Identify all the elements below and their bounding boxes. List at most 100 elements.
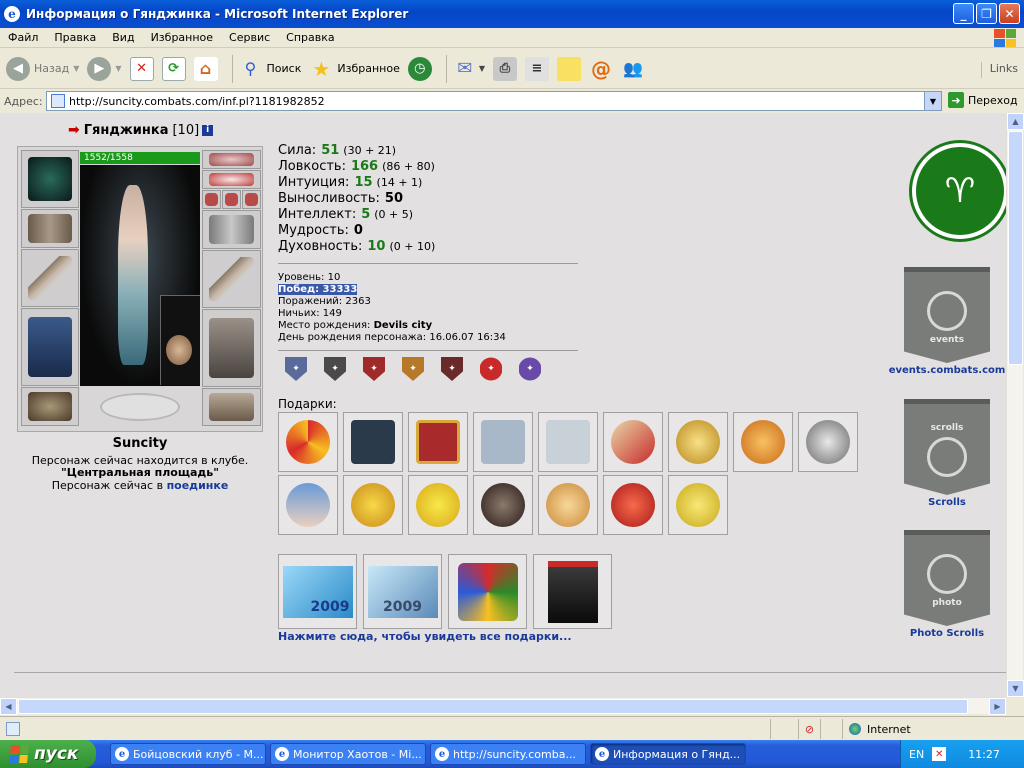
gift-horn-icon[interactable] <box>603 412 663 472</box>
gift-book-icon[interactable] <box>343 412 403 472</box>
back-button[interactable]: ◀ Назад ▼ <box>6 52 79 86</box>
go-button[interactable]: ➜ Переход <box>948 92 1018 108</box>
print-button[interactable]: ⎙ <box>493 52 517 86</box>
blocked-icon[interactable]: ⊘ <box>798 719 820 739</box>
address-dropdown-icon[interactable]: ▼ <box>924 92 941 110</box>
favorites-button[interactable]: ★ Избранное <box>309 52 399 86</box>
menu-edit[interactable]: Правка <box>46 31 104 44</box>
address-input[interactable]: http://suncity.combats.com/inf.pl?118198… <box>46 91 942 111</box>
gift-cow-icon[interactable] <box>798 412 858 472</box>
horizontal-scrollbar[interactable]: ◀ ▶ <box>0 697 1006 715</box>
gift-bell-icon[interactable] <box>408 475 468 535</box>
all-gifts-link[interactable]: Нажмите сюда, чтобы увидеть все подарки.… <box>278 630 572 643</box>
ring1-slot[interactable] <box>202 190 221 209</box>
taskbar-item-active[interactable]: e Информация о Гянд... <box>590 743 746 765</box>
badge-icon[interactable]: ✦ <box>363 357 385 381</box>
stat-value: 5 <box>361 207 371 222</box>
gift-coin-icon[interactable] <box>538 475 598 535</box>
gift-ornament-icon[interactable] <box>603 475 663 535</box>
events-banner[interactable]: events events.combats.com <box>888 267 1006 376</box>
pants-slot[interactable] <box>202 309 261 387</box>
helmet-slot[interactable] <box>21 150 79 208</box>
gift-presents-icon[interactable] <box>448 554 527 629</box>
gift-spider-icon[interactable] <box>473 475 533 535</box>
language-indicator[interactable]: EN <box>909 748 924 761</box>
info-icon[interactable]: i <box>202 124 214 136</box>
gloves-slot[interactable] <box>202 210 261 249</box>
scrolls-link[interactable]: Scrolls <box>888 497 1006 508</box>
gift-card-icon[interactable]: 2009 <box>278 554 357 629</box>
scroll-right-icon[interactable]: ▶ <box>989 698 1006 715</box>
tray-app-icon[interactable]: ✕ <box>932 747 947 761</box>
forward-button[interactable]: ▶ ▼ <box>87 52 122 86</box>
window-title: Информация о Гянджинка - Microsoft Inter… <box>26 7 409 21</box>
links-bar[interactable]: Links <box>980 62 1018 78</box>
necklace-slot[interactable] <box>202 170 261 189</box>
discuss-button[interactable] <box>557 52 581 86</box>
photo-scrolls-link[interactable]: Photo Scrolls <box>888 628 1006 639</box>
badge-icon[interactable]: ✦ <box>480 357 502 381</box>
home-button[interactable]: ⌂ <box>193 52 218 86</box>
maximize-button[interactable]: ❐ <box>976 3 997 24</box>
info-wins: Побед: 33333 <box>278 284 358 295</box>
weapon-left-slot[interactable] <box>21 249 79 307</box>
gift-red-book-icon[interactable] <box>408 412 468 472</box>
goat-logo-icon[interactable]: ♈ <box>912 143 1006 239</box>
earrings-slot[interactable] <box>202 150 261 169</box>
history-button[interactable]: ◷ <box>407 52 432 86</box>
badge-icon[interactable]: ✦ <box>285 357 307 381</box>
boots-slot[interactable] <box>202 388 261 426</box>
stat-label: Интеллект: <box>278 207 357 222</box>
refresh-button[interactable]: ⟳ <box>161 52 186 86</box>
menu-favorites[interactable]: Избранное <box>143 31 221 44</box>
gift-card-icon[interactable]: 2009 <box>363 554 442 629</box>
gift-jester-hat-icon[interactable] <box>278 412 338 472</box>
taskbar-item[interactable]: e Бойцовский клуб - M... <box>110 743 266 765</box>
menu-file[interactable]: Файл <box>0 31 46 44</box>
messenger-button[interactable]: 👥 <box>621 52 645 86</box>
badge-icon[interactable]: ✦ <box>519 357 541 381</box>
gift-girl-icon[interactable] <box>278 475 338 535</box>
weapon-right-slot[interactable] <box>202 250 261 308</box>
gift-chest-icon[interactable] <box>473 412 533 472</box>
scroll-thumb[interactable] <box>1008 131 1023 365</box>
scroll-down-icon[interactable]: ▼ <box>1007 680 1024 697</box>
search-button[interactable]: ⚲ Поиск <box>239 52 302 86</box>
menu-tools[interactable]: Сервис <box>221 31 278 44</box>
gift-medal-icon[interactable] <box>668 412 728 472</box>
stop-button[interactable]: ✕ <box>129 52 154 86</box>
scroll-left-icon[interactable]: ◀ <box>0 698 17 715</box>
stat-breakdown: (30 + 21) <box>343 144 397 157</box>
belt-slot[interactable] <box>21 387 79 426</box>
gift-silver-chest-icon[interactable] <box>538 412 598 472</box>
start-button[interactable]: пуск <box>0 740 96 768</box>
ring3-slot[interactable] <box>242 190 261 209</box>
mail-at-button[interactable]: @ <box>589 52 613 86</box>
gift-bells-icon[interactable] <box>343 475 403 535</box>
scrolls-banner[interactable]: scrolls Scrolls <box>888 399 1006 508</box>
menu-help[interactable]: Справка <box>278 31 342 44</box>
badge-icon[interactable]: ✦ <box>402 357 424 381</box>
search-icon: ⚲ <box>244 59 257 78</box>
minimize-button[interactable]: _ <box>953 3 974 24</box>
badge-icon[interactable]: ✦ <box>324 357 346 381</box>
events-link[interactable]: events.combats.com <box>888 365 1006 376</box>
hscroll-thumb[interactable] <box>18 699 968 714</box>
menu-view[interactable]: Вид <box>104 31 142 44</box>
close-button[interactable]: ✕ <box>999 3 1020 24</box>
gift-golden-rat-icon[interactable] <box>668 475 728 535</box>
taskbar-item[interactable]: e http://suncity.comba... <box>430 743 586 765</box>
scroll-up-icon[interactable]: ▲ <box>1007 113 1024 130</box>
gift-medal-icon[interactable] <box>733 412 793 472</box>
vertical-scrollbar[interactable]: ▲ ▼ <box>1006 113 1024 697</box>
gift-bag-icon[interactable] <box>533 554 612 629</box>
mail-button[interactable]: ✉ ▼ <box>453 52 485 86</box>
photo-scrolls-banner[interactable]: photo Photo Scrolls <box>888 530 1006 639</box>
armor-slot[interactable] <box>21 308 79 386</box>
taskbar-item[interactable]: e Монитор Хаотов - Mi... <box>270 743 426 765</box>
bracers-slot[interactable] <box>21 209 79 248</box>
badge-icon[interactable]: ✦ <box>441 357 463 381</box>
battle-link[interactable]: поединке <box>167 479 229 492</box>
ring2-slot[interactable] <box>222 190 241 209</box>
edit-button[interactable]: ≡ <box>525 52 549 86</box>
